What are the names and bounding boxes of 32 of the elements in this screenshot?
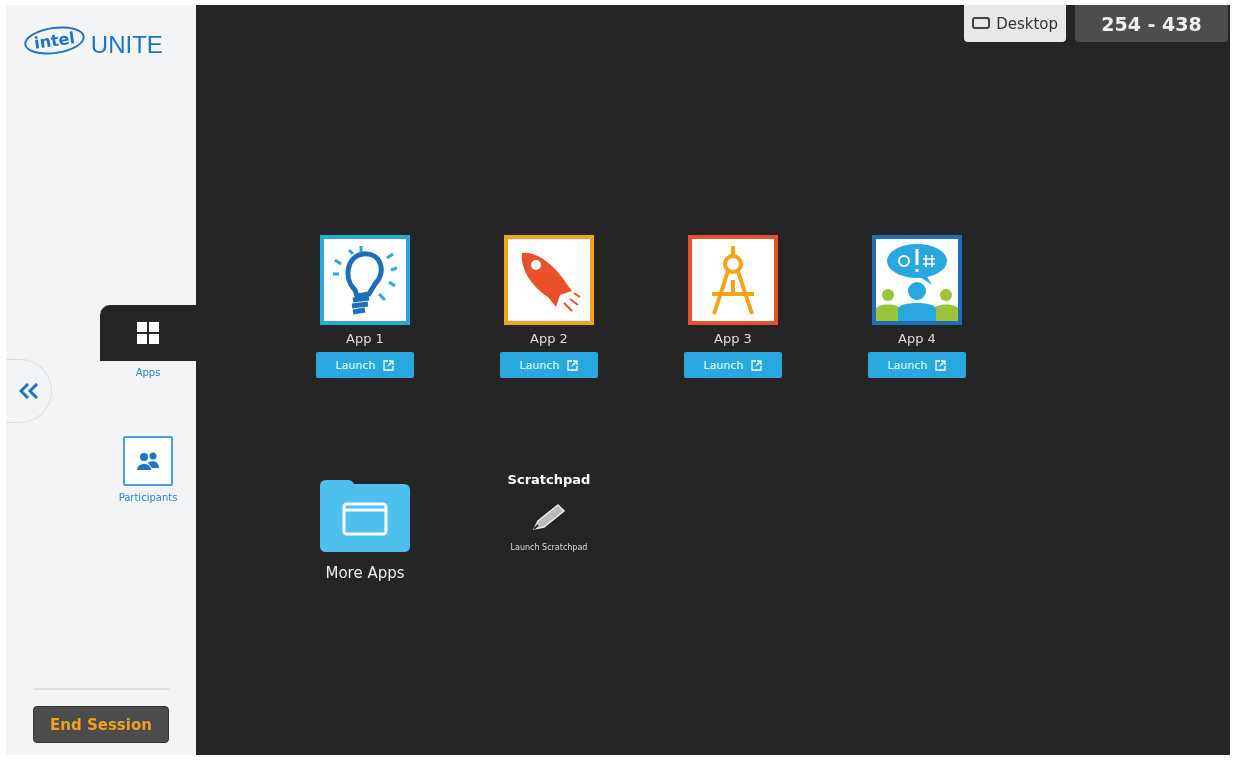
launch-button[interactable]: Launch xyxy=(868,352,966,378)
pencil-icon[interactable] xyxy=(530,501,568,533)
more-apps-label: More Apps xyxy=(325,564,405,582)
light-bulb-icon xyxy=(333,244,397,316)
launch-scratchpad-link[interactable]: Launch Scratchpad xyxy=(510,543,588,552)
app-tile[interactable] xyxy=(320,235,410,325)
launch-button[interactable]: Launch xyxy=(500,352,598,378)
session-pin: 254 - 438 xyxy=(1075,5,1228,42)
launch-button[interactable]: Launch xyxy=(316,352,414,378)
app-tile[interactable] xyxy=(872,235,962,325)
external-link-icon xyxy=(383,359,395,371)
intel-unite-logo: intel UNITE xyxy=(6,5,196,305)
launch-button[interactable]: Launch xyxy=(684,352,782,378)
app-name: App 1 xyxy=(346,331,384,346)
folder-icon[interactable] xyxy=(320,478,410,552)
grid-icon xyxy=(137,322,159,344)
app-tile[interactable] xyxy=(688,235,778,325)
double-chevron-left-icon xyxy=(18,383,39,399)
external-link-icon xyxy=(567,359,579,371)
desktop-button[interactable]: Desktop xyxy=(964,5,1066,42)
app-name: App 4 xyxy=(898,331,936,346)
scratchpad-title: Scratchpad xyxy=(507,472,591,487)
collapse-button[interactable] xyxy=(6,359,52,423)
external-link-icon xyxy=(751,359,763,371)
end-session-button[interactable]: End Session xyxy=(33,706,169,743)
app-name: App 3 xyxy=(714,331,752,346)
app-name: App 2 xyxy=(530,331,568,346)
people-icon xyxy=(137,452,159,470)
monitor-icon xyxy=(972,17,991,30)
app-tile[interactable] xyxy=(504,235,594,325)
nav-item[interactable]: Participants xyxy=(100,392,196,503)
external-link-icon xyxy=(935,359,947,371)
